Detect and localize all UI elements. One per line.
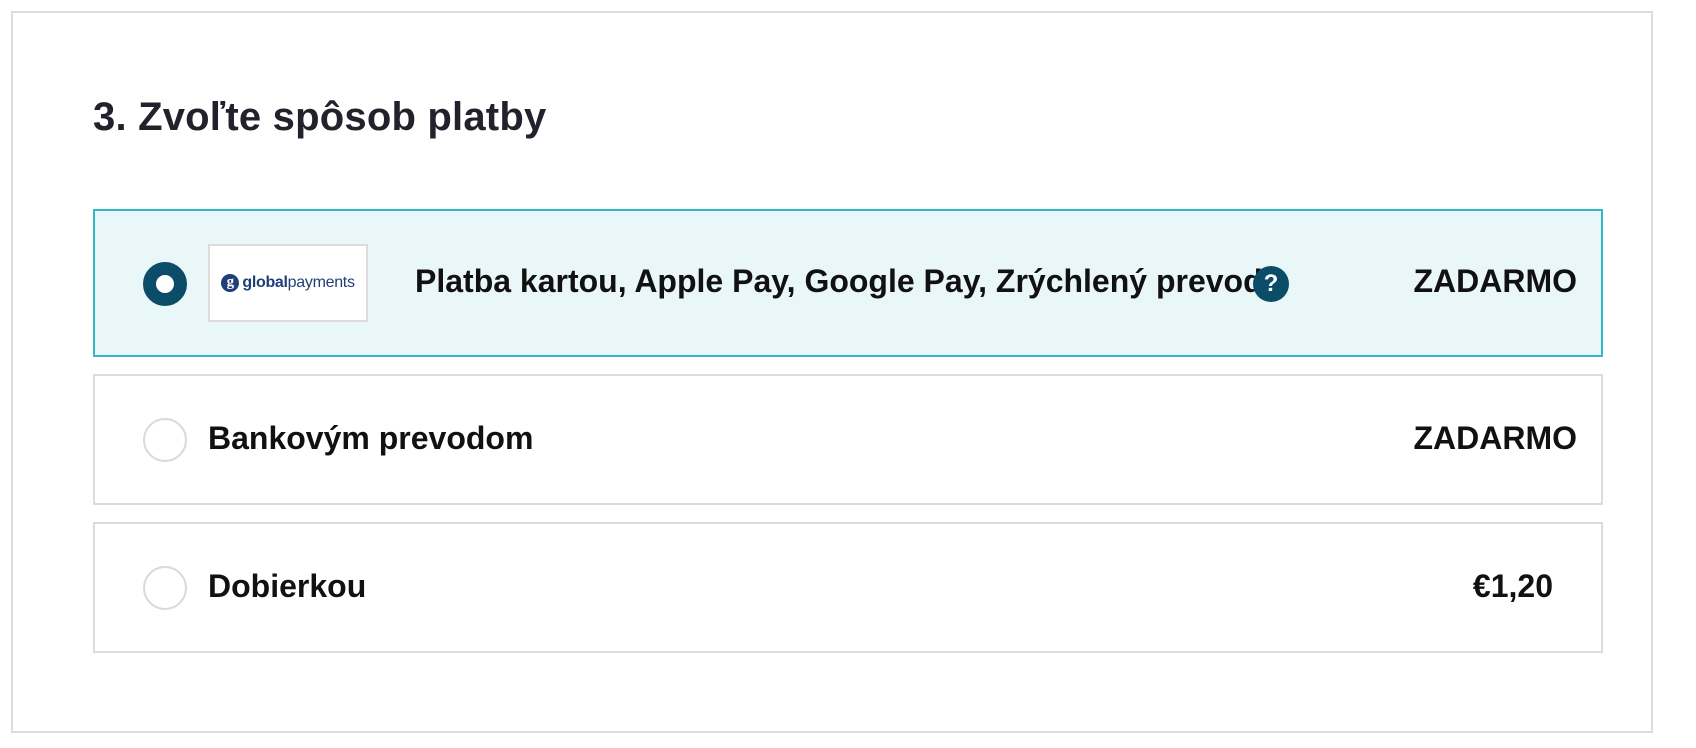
globalpayments-logo-text: globalpayments bbox=[242, 274, 355, 291]
payment-option-label: Dobierkou bbox=[208, 568, 367, 604]
payment-option-bank-transfer[interactable]: Bankovým prevodom ZADARMO bbox=[93, 374, 1603, 505]
payment-option-card[interactable]: g globalpayments Platba kartou, Apple Pa… bbox=[93, 209, 1603, 357]
help-icon[interactable]: ? bbox=[1253, 266, 1289, 302]
globalpayments-logo: g globalpayments bbox=[208, 244, 368, 322]
payment-option-price: €1,20 bbox=[1472, 568, 1553, 604]
payment-option-cash-on-delivery[interactable]: Dobierkou €1,20 bbox=[93, 522, 1603, 653]
payment-option-price: ZADARMO bbox=[1413, 263, 1577, 299]
radio-button-selected[interactable] bbox=[143, 262, 187, 306]
globalpayments-logo-mark: g bbox=[221, 274, 240, 292]
payment-panel: 3. Zvoľte spôsob platby g globalpayments… bbox=[11, 11, 1653, 733]
radio-button[interactable] bbox=[143, 566, 187, 610]
section-title: 3. Zvoľte spôsob platby bbox=[93, 95, 547, 139]
payment-option-label: Bankovým prevodom bbox=[208, 420, 534, 456]
radio-button[interactable] bbox=[143, 418, 187, 462]
payment-option-label: Platba kartou, Apple Pay, Google Pay, Zr… bbox=[415, 263, 1263, 299]
payment-option-price: ZADARMO bbox=[1413, 420, 1577, 456]
